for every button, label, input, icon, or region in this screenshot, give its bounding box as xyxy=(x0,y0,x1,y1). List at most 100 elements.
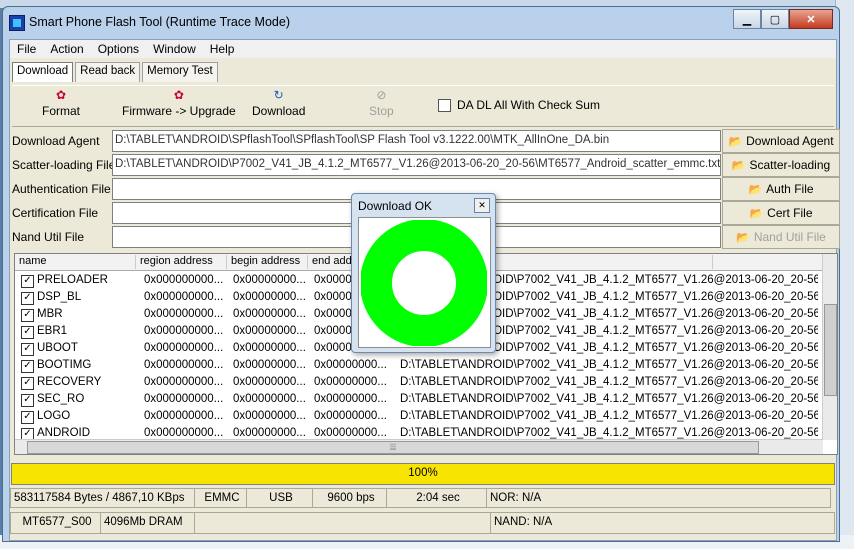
cell-region-address: 0x000000000... xyxy=(144,393,224,405)
scatter-button[interactable]: 📂 Scatter-loading xyxy=(722,153,840,177)
checkbox-box xyxy=(438,98,451,112)
cell-name: UBOOT xyxy=(37,342,78,354)
status-baud: 9600 bps xyxy=(312,488,386,508)
table-row[interactable]: ✓ SEC_RO 0x000000000... 0x00000000... 0x0000… xyxy=(15,391,825,408)
menu-action[interactable]: Action xyxy=(43,40,90,58)
firmware-upgrade-button[interactable]: ✿ Firmware -> Upgrade xyxy=(122,88,236,118)
menu-window[interactable]: Window xyxy=(146,40,203,58)
col-name[interactable]: name xyxy=(15,255,136,269)
vertical-scroll-thumb[interactable] xyxy=(824,304,837,396)
da-checksum-checkbox[interactable]: DA DL All With Check Sum xyxy=(438,98,600,112)
cell-region-address: 0x000000000... xyxy=(144,274,224,286)
scatter-label: Scatter-loading File xyxy=(12,158,116,172)
download-label: Download xyxy=(252,104,306,118)
menu-options[interactable]: Options xyxy=(91,40,146,58)
col-region-address[interactable]: region address xyxy=(136,255,227,269)
maximize-button[interactable]: ▢ xyxy=(761,9,789,29)
row-checkbox[interactable]: ✓ xyxy=(21,292,34,305)
close-icon: ✕ xyxy=(806,13,816,26)
cell-region-address: 0x000000000... xyxy=(144,376,224,388)
row-checkbox[interactable]: ✓ xyxy=(21,275,34,288)
close-button[interactable]: ✕ xyxy=(789,9,833,29)
row-checkbox[interactable]: ✓ xyxy=(21,411,34,424)
menu-file[interactable]: File xyxy=(10,40,43,58)
tab-strip: Download Read back Memory Test xyxy=(12,62,220,82)
row-checkbox[interactable]: ✓ xyxy=(21,343,34,356)
horizontal-scroll-thumb[interactable]: ⦙⦙⦙ xyxy=(27,441,759,454)
status-nand: NAND: N/A xyxy=(490,512,835,534)
row-checkbox[interactable]: ✓ xyxy=(21,309,34,322)
stop-button[interactable]: ⊘ Stop xyxy=(369,88,394,118)
progress-text: 100% xyxy=(408,467,438,479)
format-button[interactable]: ✿ Format xyxy=(42,88,80,118)
cell-end-address: 0x00000000... xyxy=(314,427,387,439)
auth-button[interactable]: 📂 Auth File xyxy=(722,177,840,201)
cell-region-address: 0x000000000... xyxy=(144,359,224,371)
horizontal-scrollbar[interactable]: ⦙⦙⦙ xyxy=(15,439,823,454)
app-icon xyxy=(9,15,25,31)
cell-region-address: 0x000000000... xyxy=(144,410,224,422)
status-empty xyxy=(194,512,490,534)
scatter-button-label: Scatter-loading xyxy=(749,158,831,172)
nand-button[interactable]: 📂 Nand Util File xyxy=(722,225,840,249)
cert-button[interactable]: 📂 Cert File xyxy=(722,201,840,225)
table-row[interactable]: ✓ BOOTIMG 0x000000000... 0x00000000... 0x000… xyxy=(15,357,825,374)
table-row[interactable]: ✓ LOGO 0x000000000... 0x00000000... 0x000000… xyxy=(15,408,825,425)
cell-begin-address: 0x00000000... xyxy=(233,359,306,371)
format-label: Format xyxy=(42,104,81,118)
status-bar: 583117584 Bytes / 4867,10 KBps EMMC USB … xyxy=(10,488,836,508)
window-controls: ▁ ▢ ✕ xyxy=(733,9,833,29)
maximize-icon: ▢ xyxy=(769,13,781,26)
cell-path: D:\TABLET\ANDROID\P7002_V41_JB_4.1.2_MT6… xyxy=(400,359,818,371)
title-bar[interactable]: Smart Phone Flash Tool (Runtime Trace Mo… xyxy=(3,7,839,37)
status-storage: EMMC xyxy=(194,488,246,508)
download-agent-label: Download Agent xyxy=(12,134,100,148)
status-dram: 4096Mb DRAM xyxy=(100,512,194,534)
menu-bar: File Action Options Window Help xyxy=(10,40,836,58)
success-ring-icon xyxy=(361,220,487,346)
row-checkbox[interactable]: ✓ xyxy=(21,360,34,373)
cell-begin-address: 0x00000000... xyxy=(233,427,306,439)
row-checkbox[interactable]: ✓ xyxy=(21,377,34,390)
cell-name: PRELOADER xyxy=(37,274,108,286)
stop-label: Stop xyxy=(369,104,394,118)
cell-end-address: 0x00000000... xyxy=(314,359,387,371)
table-row[interactable]: ✓ RECOVERY 0x000000000... 0x00000000... 0x00… xyxy=(15,374,825,391)
download-agent-field[interactable]: D:\TABLET\ANDROID\SPflashTool\SPflashToo… xyxy=(112,130,721,152)
firmware-icon: ✿ xyxy=(173,88,184,102)
status-connection: USB xyxy=(246,488,312,508)
tab-download[interactable]: Download xyxy=(12,62,74,82)
da-checksum-label: DA DL All With Check Sum xyxy=(457,98,600,112)
cell-path: D:\TABLET\ANDROID\P7002_V41_JB_4.1.2_MT6… xyxy=(400,427,818,439)
col-begin-address[interactable]: begin address xyxy=(227,255,308,269)
cell-path: D:\TABLET\ANDROID\P7002_V41_JB_4.1.2_MT6… xyxy=(400,393,818,405)
row-checkbox[interactable]: ✓ xyxy=(21,326,34,339)
cell-end-address: 0x00000000... xyxy=(314,410,387,422)
folder-icon: 📂 xyxy=(731,159,746,172)
dialog-body xyxy=(358,217,491,348)
minimize-button[interactable]: ▁ xyxy=(733,9,761,29)
menu-help[interactable]: Help xyxy=(203,40,242,58)
auth-label: Authentication File xyxy=(12,182,111,196)
folder-icon: 📂 xyxy=(736,231,750,244)
cell-name: ANDROID xyxy=(37,427,91,439)
download-agent-button[interactable]: 📂 Download Agent xyxy=(722,129,840,153)
toolbar: ✿ Format ✿ Firmware -> Upgrade ↻ Downloa… xyxy=(12,85,834,127)
window-title: Smart Phone Flash Tool (Runtime Trace Mo… xyxy=(29,15,290,29)
tab-read-back[interactable]: Read back xyxy=(75,62,141,82)
tab-memory-test[interactable]: Memory Test xyxy=(142,62,218,82)
scatter-field[interactable]: D:\TABLET\ANDROID\P7002_V41_JB_4.1.2_MT6… xyxy=(112,154,721,176)
dialog-close-button[interactable]: ✕ xyxy=(474,198,490,213)
row-checkbox[interactable]: ✓ xyxy=(21,394,34,407)
folder-icon: 📂 xyxy=(749,207,764,220)
download-ok-dialog: Download OK ✕ xyxy=(351,193,496,353)
status-chip: MT6577_S00 xyxy=(10,512,100,534)
cell-region-address: 0x000000000... xyxy=(144,308,224,320)
vertical-scrollbar[interactable] xyxy=(822,254,837,440)
cell-name: RECOVERY xyxy=(37,376,102,388)
cell-path: D:\TABLET\ANDROID\P7002_V41_JB_4.1.2_MT6… xyxy=(400,410,818,422)
format-icon: ✿ xyxy=(55,88,67,102)
auth-button-label: Auth File xyxy=(766,182,814,196)
cell-begin-address: 0x00000000... xyxy=(233,291,306,303)
download-button[interactable]: ↻ Download xyxy=(252,88,305,118)
